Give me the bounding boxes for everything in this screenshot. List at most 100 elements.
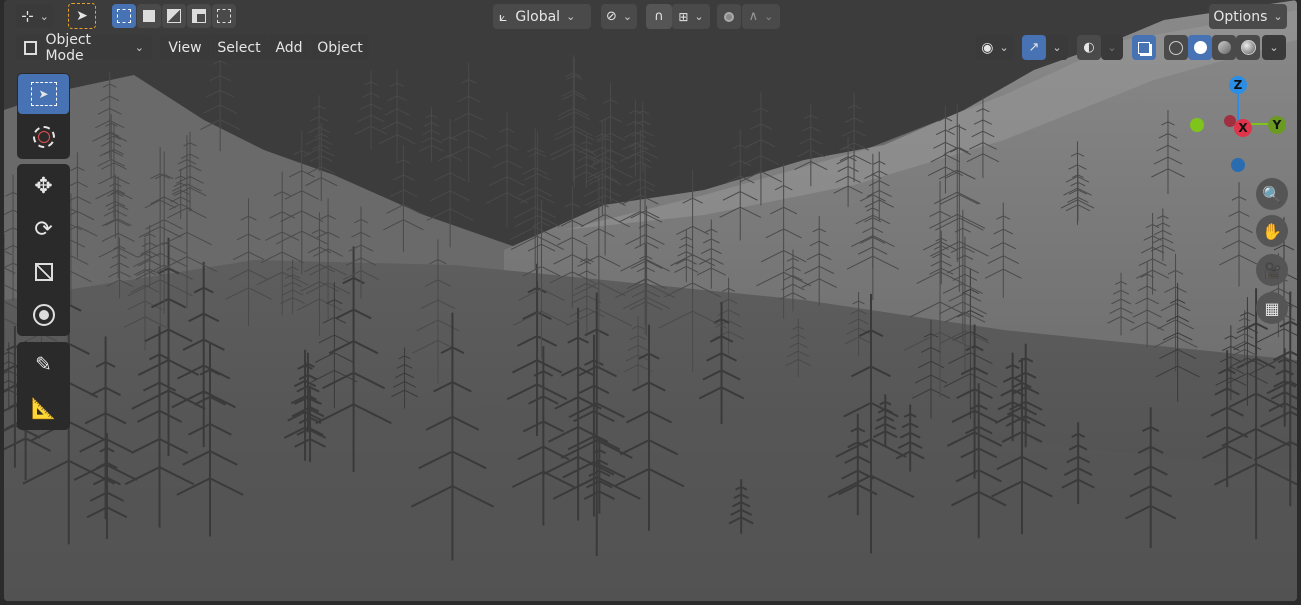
select-tool-mode-button[interactable]: ➤ — [68, 3, 96, 29]
menu-object-label: Object — [317, 39, 363, 56]
scale-icon — [34, 263, 53, 281]
object-mode-label: Object Mode — [45, 31, 92, 64]
rotate-tool[interactable]: ⟳ — [18, 209, 69, 249]
transform-orientation-dropdown[interactable]: ⟀ Global ⌄ — [493, 4, 591, 29]
select-invert-mode-button[interactable] — [187, 4, 211, 28]
transform-orientation-label: Global — [515, 8, 561, 25]
eye-icon: ◉ — [981, 39, 994, 56]
transform-icon — [32, 304, 55, 326]
solid-sphere-icon — [1193, 41, 1207, 54]
options-label: Options — [1213, 8, 1268, 25]
select-extend-icon — [143, 10, 155, 22]
zoom-icon: 🔍 — [1262, 184, 1282, 204]
grid-perspective-icon: ▦ — [1264, 298, 1280, 318]
shading-material-button[interactable] — [1212, 35, 1236, 60]
gizmo-x-axis[interactable]: X — [1234, 119, 1252, 137]
select-extend-mode-button[interactable] — [137, 4, 161, 28]
cursor-arrow-icon: ➤ — [76, 8, 88, 24]
gizmo-z-label: Z — [1233, 78, 1243, 92]
zoom-button[interactable]: 🔍 — [1256, 178, 1288, 210]
select-subtract-icon — [167, 9, 181, 23]
3d-cursor-icon — [32, 126, 55, 148]
forest-scene — [4, 0, 1297, 601]
orientation-axes-icon: ⟀ — [499, 8, 508, 25]
proportional-falloff-dropdown[interactable]: ∧ ⌄ — [742, 4, 780, 29]
chevron-down-icon: ⌄ — [1107, 41, 1117, 54]
menu-select[interactable]: Select — [211, 35, 267, 60]
pivot-point-dropdown[interactable]: ⊘ ⌄ — [601, 4, 637, 29]
show-gizmo-button[interactable]: ↗ — [1022, 35, 1046, 60]
menu-object[interactable]: Object — [311, 35, 369, 60]
proportional-circle-icon — [724, 11, 734, 22]
chevron-down-icon: ⌄ — [134, 41, 144, 54]
select-invert-icon — [192, 9, 206, 23]
menu-view[interactable]: View — [160, 35, 210, 60]
falloff-curve-icon: ∧ — [748, 9, 759, 24]
select-subtract-mode-button[interactable] — [162, 4, 186, 28]
gizmo-y-axis[interactable]: Y — [1268, 116, 1286, 134]
select-box-cursor-icon: ➤ — [30, 82, 57, 106]
chevron-down-icon: ⌄ — [764, 10, 774, 23]
gizmo-arrow-icon: ↗ — [1028, 40, 1040, 55]
rotate-icon: ⟳ — [34, 216, 53, 242]
show-overlays-button[interactable]: ◐ — [1077, 35, 1101, 60]
snap-toggle-button[interactable]: ∩ — [646, 4, 672, 29]
menu-view-label: View — [168, 39, 202, 56]
select-box-icon — [117, 9, 131, 23]
wireframe-sphere-icon — [1169, 40, 1183, 55]
shading-dropdown[interactable]: ⌄ — [1262, 35, 1286, 60]
chevron-down-icon: ⌄ — [1269, 41, 1279, 54]
select-new-mode-button[interactable] — [112, 4, 136, 28]
proportional-editing-button[interactable] — [717, 4, 741, 29]
object-mode-dropdown[interactable]: Object Mode ⌄ — [16, 32, 152, 64]
menu-add-label: Add — [275, 39, 303, 56]
snap-target-dropdown[interactable]: ⊞ ⌄ — [672, 4, 710, 29]
camera-view-button[interactable]: 🎥 — [1256, 254, 1288, 286]
transform-tool[interactable] — [18, 295, 69, 335]
xray-toggle-button[interactable] — [1132, 35, 1156, 60]
editor-type-button[interactable]: ⊹ ⌄ — [16, 4, 54, 28]
magnet-icon: ∩ — [654, 9, 664, 24]
chevron-down-icon: ⌄ — [694, 10, 704, 23]
chevron-down-icon: ⌄ — [1052, 41, 1062, 54]
chevron-down-icon: ⌄ — [566, 10, 576, 23]
shading-rendered-button[interactable] — [1236, 35, 1260, 60]
overlays-dropdown[interactable]: ⌄ — [1101, 35, 1123, 60]
cursor-tool[interactable] — [18, 117, 69, 157]
hand-icon: ✋ — [1262, 221, 1282, 241]
gizmo-dropdown[interactable]: ⌄ — [1046, 35, 1068, 60]
move-tool[interactable]: ✥ — [18, 166, 69, 206]
move-arrows-icon: ✥ — [34, 173, 53, 199]
chevron-down-icon: ⌄ — [39, 9, 49, 23]
gizmo-y-label: Y — [1272, 118, 1282, 132]
camera-icon: 🎥 — [1262, 260, 1282, 280]
chevron-down-icon: ⌄ — [1273, 10, 1283, 23]
annotate-tool[interactable]: ✎ — [18, 344, 69, 384]
visibility-dropdown[interactable]: ◉ ⌄ — [976, 35, 1014, 60]
gizmo-z-axis[interactable]: Z — [1229, 76, 1247, 94]
pencil-icon: ✎ — [35, 352, 52, 376]
shading-solid-button[interactable] — [1188, 35, 1212, 60]
snap-increment-icon: ⊞ — [678, 9, 689, 24]
shading-wireframe-button[interactable] — [1164, 35, 1188, 60]
menu-add[interactable]: Add — [268, 35, 310, 60]
measure-tool[interactable]: 📐 — [18, 388, 69, 428]
sidebar-toggle-arrow[interactable]: ‹ — [1287, 82, 1297, 98]
object-mode-icon — [24, 40, 38, 55]
chevron-down-icon: ⌄ — [622, 10, 633, 23]
material-sphere-icon — [1217, 41, 1231, 54]
options-dropdown[interactable]: Options ⌄ — [1209, 4, 1287, 29]
overlays-icon: ◐ — [1083, 40, 1095, 55]
select-intersect-icon — [217, 9, 231, 23]
editor-type-icon: ⊹ — [21, 7, 34, 25]
select-box-tool[interactable]: ➤ — [18, 74, 69, 114]
perspective-toggle-button[interactable]: ▦ — [1256, 292, 1288, 324]
ruler-icon: 📐 — [31, 396, 56, 420]
scale-tool[interactable] — [18, 252, 69, 292]
menu-select-label: Select — [217, 39, 261, 56]
select-intersect-mode-button[interactable] — [212, 4, 236, 28]
pan-button[interactable]: ✋ — [1256, 215, 1288, 247]
chevron-down-icon: ⌄ — [999, 41, 1009, 54]
3d-viewport[interactable]: ⊹⌄ ➤ ⟀ Global ⌄ ⊘⌄ ∩ ⊞⌄ ∧⌄ Options ⌄ — [4, 0, 1297, 601]
xray-icon — [1138, 41, 1150, 54]
